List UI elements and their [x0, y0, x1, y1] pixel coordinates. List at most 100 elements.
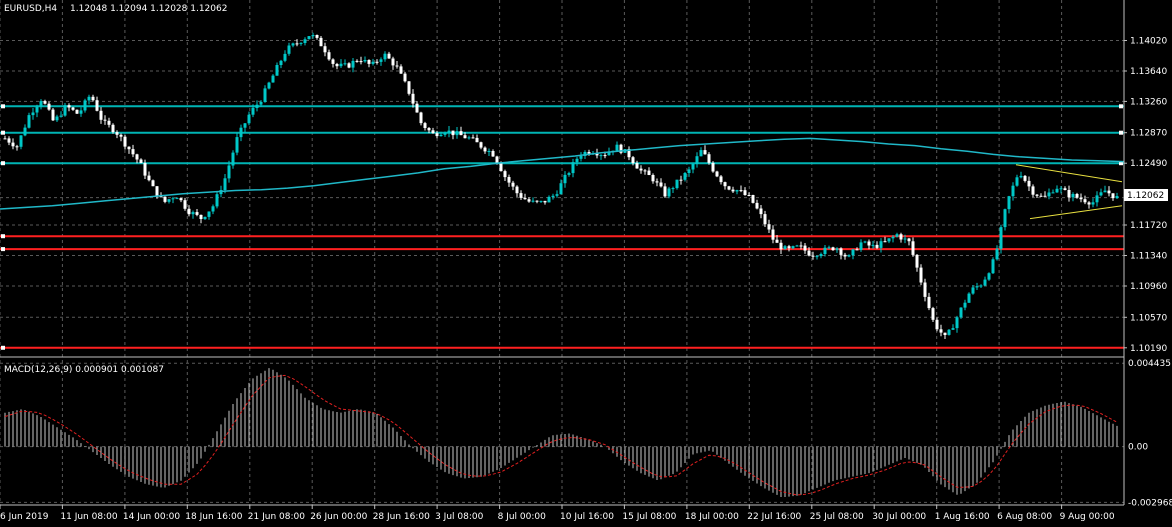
candle-body — [283, 53, 287, 61]
candle-body — [727, 186, 731, 190]
candle-body — [107, 120, 111, 125]
candle-body — [987, 273, 991, 280]
candle-body — [747, 195, 751, 196]
candle-body — [1091, 202, 1095, 205]
candle-body — [355, 60, 359, 62]
candle-body — [643, 170, 647, 172]
candle-body — [507, 177, 511, 183]
price-tick-label: 1.10960 — [1130, 282, 1167, 292]
price-tick-label: 1.11720 — [1130, 221, 1167, 231]
candle-body — [223, 178, 227, 190]
candle-body — [1043, 195, 1047, 197]
candle-body — [795, 245, 799, 247]
ohlc-label: 1.12048 1.12094 1.12028 1.12062 — [70, 4, 227, 14]
candle-body — [951, 328, 955, 330]
candle-body — [1079, 197, 1083, 200]
candle-body — [203, 216, 207, 220]
candle-body — [959, 307, 963, 318]
macd-tick-label: 0.004435 — [1128, 359, 1171, 369]
candle-body — [1067, 190, 1071, 198]
candle-body — [699, 150, 703, 157]
candle-body — [99, 110, 103, 120]
candle-body — [943, 332, 947, 335]
current-price-label: 1.12062 — [1127, 191, 1164, 201]
candle-body — [919, 267, 923, 283]
candle-body — [423, 123, 427, 128]
candle-body — [1107, 190, 1111, 194]
candle-body — [739, 190, 743, 192]
candle-body — [395, 65, 399, 67]
candle-body — [115, 132, 119, 135]
candle-body — [267, 82, 271, 89]
line-handle — [1, 247, 5, 252]
candle-body — [851, 249, 855, 256]
candle-body — [399, 66, 403, 74]
candle-body — [255, 104, 259, 108]
candle-body — [567, 173, 571, 175]
candle-body — [407, 81, 411, 94]
candle-body — [647, 170, 651, 175]
candle-body — [663, 186, 667, 197]
candle-body — [1071, 194, 1075, 198]
candle-body — [83, 100, 87, 111]
candle-body — [1055, 188, 1059, 193]
candle-body — [511, 182, 515, 187]
candle-body — [651, 175, 655, 182]
candle-body — [455, 131, 459, 136]
candle-body — [711, 162, 715, 172]
candle-body — [23, 127, 27, 136]
candle-body — [1023, 175, 1027, 181]
candle-body — [183, 200, 187, 209]
time-tick-label: 21 Jun 08:00 — [248, 512, 305, 522]
candle-body — [1019, 175, 1023, 178]
candle-body — [463, 135, 467, 139]
candle-body — [947, 329, 951, 335]
candle-body — [11, 142, 15, 147]
price-tick-label: 1.12490 — [1130, 159, 1167, 169]
candle-body — [859, 242, 863, 250]
candle-body — [559, 183, 563, 195]
candles — [3, 32, 1119, 339]
candle-body — [499, 163, 503, 172]
price-tick-label: 1.10570 — [1130, 313, 1167, 323]
candle-body — [807, 250, 811, 256]
line-handle — [1, 234, 5, 239]
candle-body — [955, 317, 959, 329]
line-handle — [1119, 104, 1123, 109]
candle-body — [1087, 202, 1091, 205]
candle-body — [675, 179, 679, 189]
candle-body — [755, 202, 759, 209]
time-tick-label: 26 Jun 00:00 — [310, 512, 367, 522]
grid — [0, 0, 1125, 505]
candle-body — [867, 241, 871, 246]
candle-body — [87, 96, 91, 101]
candle-body — [211, 206, 215, 212]
candle-body — [751, 195, 755, 203]
candle-body — [131, 149, 135, 155]
candle-body — [403, 73, 407, 82]
candle-body — [447, 130, 451, 133]
candle-body — [59, 115, 63, 117]
time-tick-label: 18 Jul 00:00 — [685, 512, 739, 522]
time-tick-label: 14 Jun 00:00 — [123, 512, 180, 522]
candle-body — [47, 103, 51, 110]
candle-body — [579, 156, 583, 159]
candle-body — [419, 112, 423, 124]
candle-body — [855, 249, 859, 251]
candle-body — [871, 244, 875, 246]
candle-body — [843, 254, 847, 257]
candle-body — [311, 35, 315, 37]
candle-body — [819, 254, 823, 257]
candle-body — [55, 116, 59, 121]
candle-body — [639, 168, 643, 171]
candle-body — [207, 211, 211, 217]
trading-chart[interactable]: 1.14020 1.13640 1.13260 1.12870 1.12490 1.117… — [0, 0, 1172, 527]
candle-body — [743, 190, 747, 195]
candle-body — [847, 255, 851, 257]
candle-body — [299, 42, 303, 44]
candle-body — [1063, 188, 1067, 190]
chart-canvas[interactable]: 1.14020 1.13640 1.13260 1.12870 1.12490 1.117… — [0, 0, 1172, 527]
candle-body — [571, 162, 575, 174]
candle-body — [667, 188, 671, 197]
candle-body — [1095, 195, 1099, 203]
